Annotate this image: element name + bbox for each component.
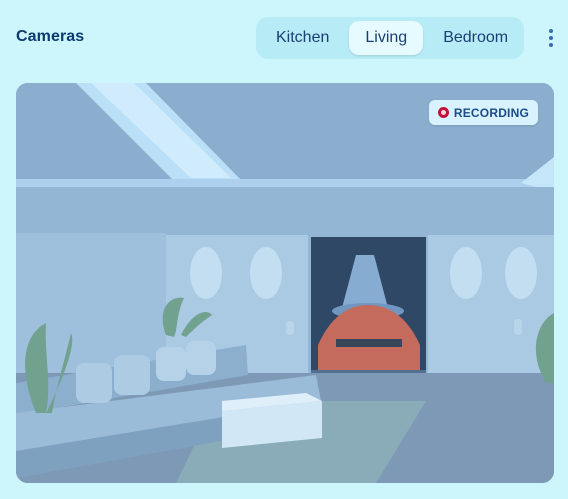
tab-kitchen[interactable]: Kitchen	[260, 21, 345, 55]
recording-badge: RECORDING	[428, 100, 538, 125]
card-title: Cameras	[16, 28, 85, 45]
tab-living[interactable]: Living	[349, 21, 424, 55]
record-icon	[437, 107, 449, 118]
camera-image	[16, 83, 554, 483]
camera-feed[interactable]: RECORDING	[16, 83, 554, 483]
cameras-card: Cameras Kitchen Living Bedroom RECORDING	[0, 0, 568, 499]
room-tabs: Kitchen Living Bedroom	[256, 17, 524, 59]
tab-bedroom[interactable]: Bedroom	[427, 21, 524, 55]
recording-label: RECORDING	[453, 105, 529, 120]
more-vertical-icon[interactable]	[545, 26, 557, 50]
